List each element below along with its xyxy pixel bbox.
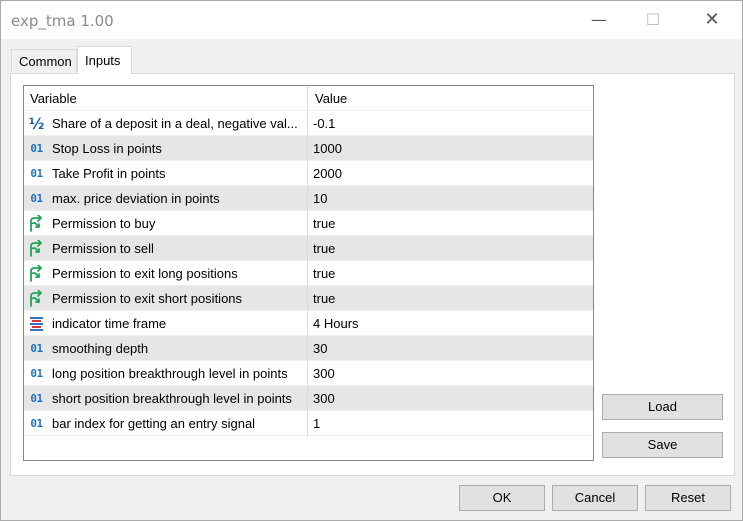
variable-label: Share of a deposit in a deal, negative v… [52, 116, 298, 131]
save-button[interactable]: Save [602, 432, 723, 458]
variable-label: Permission to exit long positions [52, 266, 238, 281]
table-row[interactable]: 01 bar index for getting an entry signal 1 [24, 411, 593, 436]
title-bar: exp_tma 1.00 — ☐ ✕ [1, 1, 742, 39]
value-text: true [313, 291, 336, 306]
variable-cell: 01 Take Profit in points [24, 161, 308, 186]
table-row[interactable]: 01 max. price deviation in points 10 [24, 186, 593, 211]
variable-cell: 01 short position breakthrough level in p… [24, 386, 308, 411]
value-text: 300 [313, 366, 335, 381]
variable-label: Permission to exit short positions [52, 291, 243, 306]
grid-header: Variable Value [24, 86, 593, 111]
value-cell[interactable]: 10 [309, 186, 593, 211]
value-cell[interactable]: 1 [309, 411, 593, 436]
window-title: exp_tma 1.00 [11, 12, 114, 30]
value-cell[interactable]: 1000 [309, 136, 593, 161]
variable-cell: indicator time frame [24, 311, 308, 336]
table-row[interactable]: 01 Stop Loss in points 1000 [24, 136, 593, 161]
boolean-icon [28, 290, 45, 307]
column-header-value[interactable]: Value [309, 86, 593, 111]
integer-icon: 01 [30, 367, 43, 380]
table-row[interactable]: Permission to sell true [24, 236, 593, 261]
variable-cell: ½ Share of a deposit in a deal, negative … [24, 111, 308, 136]
variable-label: Permission to sell [52, 241, 154, 256]
variable-cell: 01 long position breakthrough level in po… [24, 361, 308, 386]
cancel-button[interactable]: Cancel [552, 485, 638, 511]
boolean-icon [28, 240, 45, 257]
table-row[interactable]: Permission to buy true [24, 211, 593, 236]
value-text: 2000 [313, 166, 342, 181]
value-text: 300 [313, 391, 335, 406]
value-cell[interactable]: 4 Hours [309, 311, 593, 336]
minimize-button[interactable]: — [576, 1, 622, 39]
variable-cell: 01 smoothing depth [24, 336, 308, 361]
ok-button[interactable]: OK [459, 485, 545, 511]
variable-cell: 01 bar index for getting an entry signal [24, 411, 308, 436]
value-text: 30 [313, 341, 328, 356]
value-cell[interactable]: 2000 [309, 161, 593, 186]
value-text: true [313, 216, 336, 231]
variable-label: smoothing depth [52, 341, 149, 356]
variable-label: short position breakthrough level in poi… [52, 391, 292, 406]
fraction-icon: ½ [28, 114, 45, 133]
inputs-panel: Variable Value ½ Share of a deposit in a … [10, 73, 735, 476]
value-text: 10 [313, 191, 328, 206]
dialog-window: exp_tma 1.00 — ☐ ✕ Common Inputs Variabl… [0, 0, 743, 521]
variable-cell: 01 max. price deviation in points [24, 186, 308, 211]
reset-button[interactable]: Reset [645, 485, 731, 511]
variable-label: indicator time frame [52, 316, 167, 331]
boolean-icon [28, 215, 45, 232]
table-row[interactable]: 01 long position breakthrough level in po… [24, 361, 593, 386]
variable-label: Permission to buy [52, 216, 156, 231]
value-text: 4 Hours [313, 316, 359, 331]
variable-label: bar index for getting an entry signal [52, 416, 256, 431]
variable-cell: Permission to exit long positions [24, 261, 308, 286]
integer-icon: 01 [30, 192, 43, 205]
table-row[interactable]: 01 short position breakthrough level in p… [24, 386, 593, 411]
value-text: -0.1 [313, 116, 336, 131]
value-cell[interactable]: 300 [309, 386, 593, 411]
value-cell[interactable]: 300 [309, 361, 593, 386]
variable-cell: Permission to exit short positions [24, 286, 308, 311]
variable-label: Stop Loss in points [52, 141, 162, 156]
integer-icon: 01 [30, 417, 43, 430]
value-cell[interactable]: true [309, 261, 593, 286]
value-cell[interactable]: true [309, 211, 593, 236]
tab-common[interactable]: Common [11, 49, 77, 72]
variable-label: long position breakthrough level in poin… [52, 366, 288, 381]
value-cell[interactable]: -0.1 [309, 111, 593, 136]
table-row[interactable]: Permission to exit short positions true [24, 286, 593, 311]
value-cell[interactable]: true [309, 236, 593, 261]
variable-cell: Permission to sell [24, 236, 308, 261]
value-cell[interactable]: true [309, 286, 593, 311]
table-row[interactable]: indicator time frame 4 Hours [24, 311, 593, 336]
variable-label: max. price deviation in points [52, 191, 220, 206]
maximize-button[interactable]: ☐ [630, 1, 676, 39]
column-header-variable[interactable]: Variable [24, 86, 308, 111]
boolean-icon [28, 265, 45, 282]
value-cell[interactable]: 30 [309, 336, 593, 361]
table-row[interactable]: ½ Share of a deposit in a deal, negative … [24, 111, 593, 136]
table-row[interactable]: Permission to exit long positions true [24, 261, 593, 286]
integer-icon: 01 [30, 342, 43, 355]
enum-icon [28, 315, 45, 332]
integer-icon: 01 [30, 167, 43, 180]
integer-icon: 01 [30, 392, 43, 405]
close-button[interactable]: ✕ [689, 1, 735, 39]
tab-inputs[interactable]: Inputs [77, 46, 132, 74]
table-row[interactable]: 01 Take Profit in points 2000 [24, 161, 593, 186]
variable-label: Take Profit in points [52, 166, 166, 181]
value-text: true [313, 241, 336, 256]
value-text: 1000 [313, 141, 342, 156]
variable-cell: Permission to buy [24, 211, 308, 236]
integer-icon: 01 [30, 142, 43, 155]
value-text: 1 [313, 416, 321, 431]
inputs-grid: Variable Value ½ Share of a deposit in a … [23, 85, 594, 461]
table-row[interactable]: 01 smoothing depth 30 [24, 336, 593, 361]
load-button[interactable]: Load [602, 394, 723, 420]
value-text: true [313, 266, 336, 281]
variable-cell: 01 Stop Loss in points [24, 136, 308, 161]
